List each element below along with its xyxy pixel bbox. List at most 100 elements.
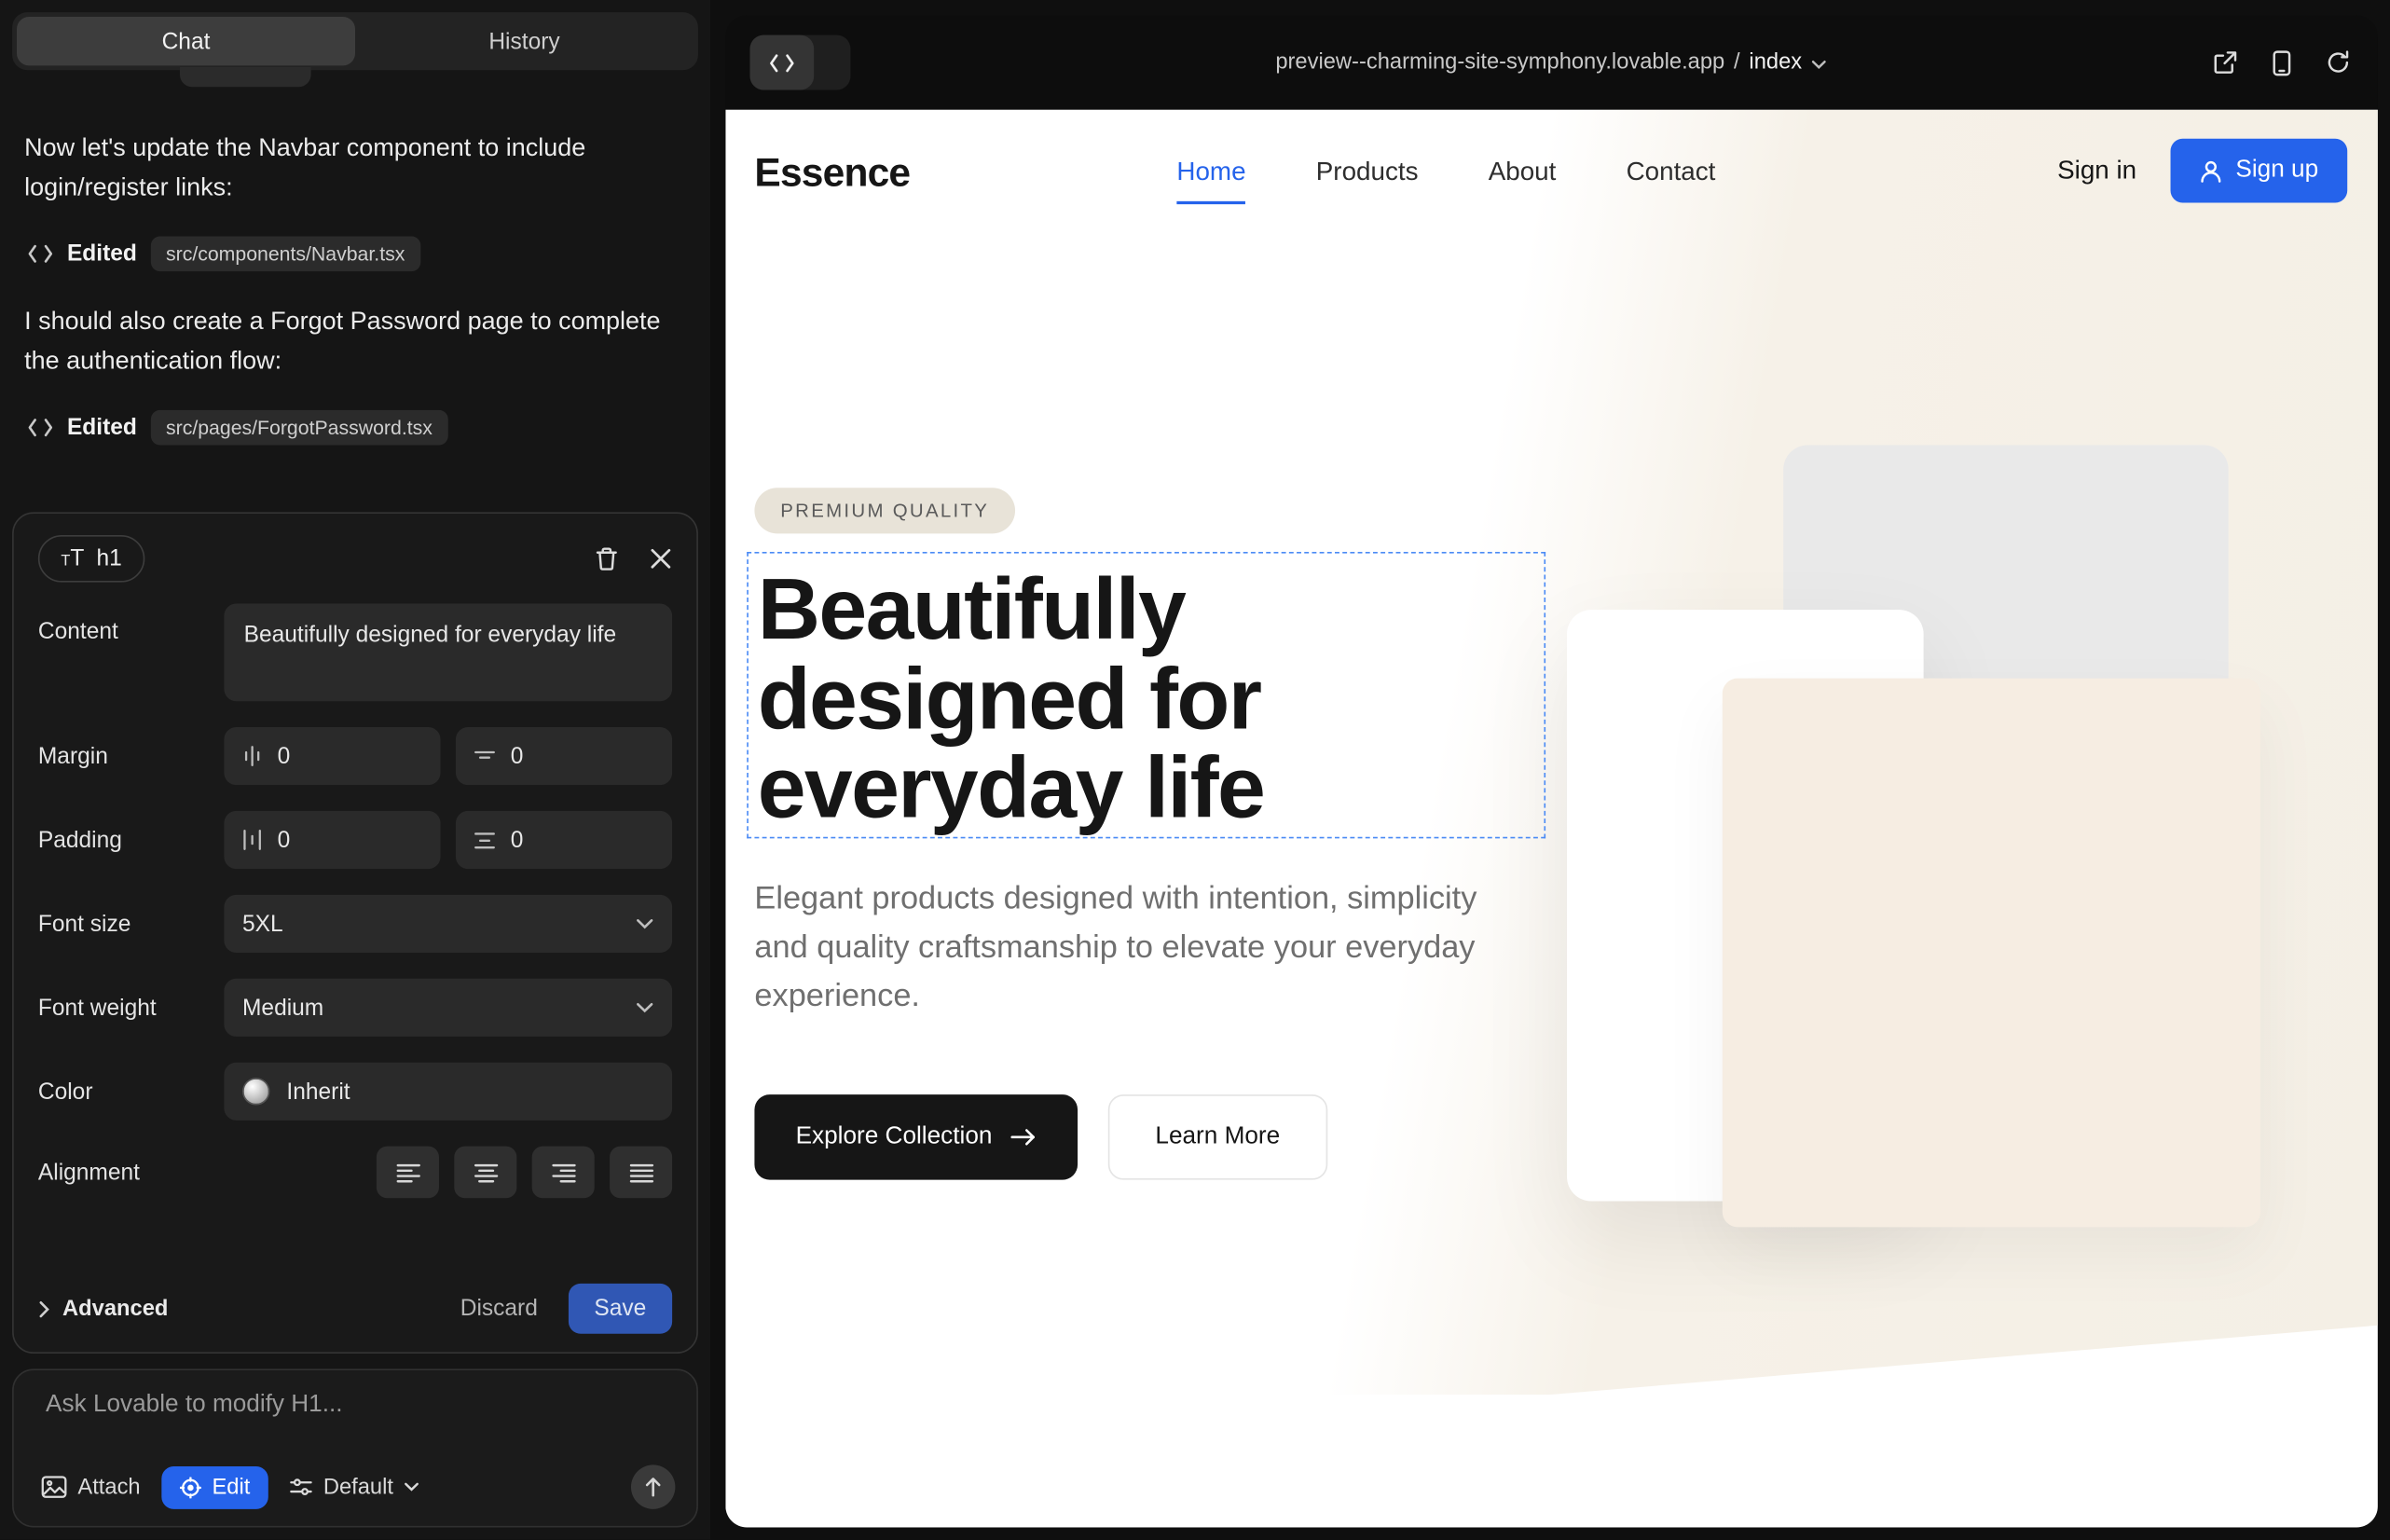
mobile-preview-button[interactable] bbox=[2273, 49, 2291, 76]
nav-link-products[interactable]: Products bbox=[1316, 157, 1419, 204]
edited-label: Edited bbox=[67, 241, 137, 267]
send-arrow-icon bbox=[645, 1478, 662, 1497]
padding-label: Padding bbox=[38, 827, 224, 853]
delete-element-button[interactable] bbox=[595, 545, 619, 571]
model-default-dropdown[interactable]: Default bbox=[283, 1467, 425, 1507]
truncated-chip bbox=[180, 67, 311, 87]
align-right-button[interactable] bbox=[532, 1147, 595, 1199]
alignment-label: Alignment bbox=[38, 1160, 224, 1186]
margin-y-icon bbox=[474, 746, 496, 765]
nav-links: Home Products About Contact bbox=[1176, 157, 1715, 204]
margin-y-input[interactable]: 0 bbox=[456, 727, 672, 785]
user-icon bbox=[2199, 159, 2222, 183]
alignment-buttons bbox=[224, 1147, 672, 1199]
code-icon bbox=[27, 243, 53, 263]
sliders-icon bbox=[290, 1478, 313, 1497]
code-view-button[interactable] bbox=[750, 35, 815, 90]
nav-link-home[interactable]: Home bbox=[1176, 157, 1245, 204]
attach-button[interactable]: Attach bbox=[35, 1467, 147, 1507]
prompt-input[interactable]: Ask Lovable to modify H1... bbox=[35, 1392, 676, 1419]
hero-paragraph: Elegant products designed with intention… bbox=[754, 875, 1498, 1022]
margin-x-icon bbox=[242, 746, 262, 767]
devtools-pill bbox=[750, 35, 851, 90]
url-page: index bbox=[1749, 50, 1802, 75]
align-right-icon bbox=[551, 1162, 575, 1182]
selected-element-outline[interactable]: Beautifully designed for everyday life bbox=[747, 552, 1545, 838]
trash-icon bbox=[595, 545, 619, 571]
site-navbar: Essence Home Products About Contact Sign… bbox=[725, 110, 2378, 244]
padding-y-icon bbox=[474, 830, 496, 849]
url-host: preview--charming-site-symphony.lovable.… bbox=[1275, 50, 1724, 75]
hero-cta-group: Explore Collection Learn More bbox=[754, 1094, 1326, 1180]
content-input[interactable]: Beautifully designed for everyday life bbox=[224, 604, 672, 702]
learn-more-button[interactable]: Learn More bbox=[1108, 1094, 1327, 1180]
file-chip[interactable]: src/components/Navbar.tsx bbox=[151, 236, 420, 271]
align-left-icon bbox=[395, 1162, 419, 1182]
prompt-composer: Ask Lovable to modify H1... Attach Edit bbox=[12, 1368, 698, 1527]
padding-x-icon bbox=[242, 830, 262, 851]
content-label: Content bbox=[38, 604, 224, 645]
edited-file-row: Edited src/components/Navbar.tsx bbox=[27, 236, 685, 271]
premium-quality-badge: PREMIUM QUALITY bbox=[754, 488, 1015, 533]
font-weight-select[interactable]: Medium bbox=[224, 979, 672, 1037]
code-icon bbox=[768, 52, 795, 72]
chat-message: I should also create a Forgot Password p… bbox=[24, 301, 686, 381]
color-label: Color bbox=[38, 1079, 224, 1105]
app-window: Chat History Now let's update the Navbar… bbox=[0, 0, 2390, 1540]
chat-sidebar: Chat History Now let's update the Navbar… bbox=[0, 0, 710, 1540]
sidebar-tabs: Chat History bbox=[12, 12, 698, 70]
external-link-icon bbox=[2213, 50, 2237, 75]
url-separator: / bbox=[1734, 50, 1740, 75]
align-left-button[interactable] bbox=[377, 1147, 439, 1199]
font-size-label: Font size bbox=[38, 911, 224, 937]
arrow-right-icon bbox=[1010, 1128, 1037, 1147]
close-icon bbox=[650, 547, 673, 571]
align-justify-button[interactable] bbox=[610, 1147, 672, 1199]
mobile-icon bbox=[2273, 49, 2291, 76]
code-icon bbox=[27, 417, 53, 436]
padding-y-input[interactable]: 0 bbox=[456, 811, 672, 869]
nav-link-about[interactable]: About bbox=[1489, 157, 1557, 204]
font-size-select[interactable]: 5XL bbox=[224, 895, 672, 953]
element-tag: h1 bbox=[96, 545, 121, 571]
open-external-button[interactable] bbox=[2213, 50, 2237, 75]
edited-file-row: Edited src/pages/ForgotPassword.tsx bbox=[27, 409, 685, 445]
decor-beige-card bbox=[1723, 679, 2260, 1228]
align-center-icon bbox=[474, 1162, 498, 1182]
padding-x-input[interactable]: 0 bbox=[224, 811, 440, 869]
align-center-button[interactable] bbox=[454, 1147, 516, 1199]
sign-in-link[interactable]: Sign in bbox=[2057, 156, 2136, 186]
image-attach-icon bbox=[41, 1476, 67, 1499]
chevron-down-icon bbox=[636, 917, 654, 929]
site-logo[interactable]: Essence bbox=[754, 149, 910, 197]
margin-label: Margin bbox=[38, 743, 224, 769]
margin-x-input[interactable]: 0 bbox=[224, 727, 440, 785]
close-panel-button[interactable] bbox=[650, 547, 673, 571]
edit-mode-button[interactable]: Edit bbox=[162, 1465, 268, 1508]
chevron-right-icon bbox=[38, 1299, 50, 1318]
discard-button[interactable]: Discard bbox=[445, 1284, 553, 1334]
save-button[interactable]: Save bbox=[569, 1284, 673, 1334]
edited-label: Edited bbox=[67, 414, 137, 440]
file-chip[interactable]: src/pages/ForgotPassword.tsx bbox=[151, 409, 448, 445]
chevron-down-icon bbox=[636, 1001, 654, 1013]
url-bar[interactable]: preview--charming-site-symphony.lovable.… bbox=[1275, 50, 1828, 75]
explore-collection-button[interactable]: Explore Collection bbox=[754, 1094, 1078, 1180]
element-editor-panel: TT h1 bbox=[12, 512, 698, 1354]
tab-chat[interactable]: Chat bbox=[17, 17, 355, 65]
chevron-down-icon bbox=[1811, 59, 1828, 69]
text-size-icon: TT bbox=[61, 545, 84, 571]
hero-heading[interactable]: Beautifully designed for everyday life bbox=[758, 566, 1528, 834]
tab-history[interactable]: History bbox=[355, 17, 694, 65]
advanced-toggle[interactable]: Advanced bbox=[38, 1297, 169, 1321]
color-swatch bbox=[242, 1078, 269, 1105]
nav-link-contact[interactable]: Contact bbox=[1627, 157, 1716, 204]
send-button[interactable] bbox=[631, 1464, 675, 1508]
refresh-button[interactable] bbox=[2326, 50, 2350, 75]
site-preview: Essence Home Products About Contact Sign… bbox=[725, 110, 2378, 1528]
sign-up-button[interactable]: Sign up bbox=[2170, 139, 2347, 203]
chevron-down-icon bbox=[404, 1481, 419, 1492]
color-select[interactable]: Inherit bbox=[224, 1063, 672, 1121]
browser-toolbar: preview--charming-site-symphony.lovable.… bbox=[725, 15, 2378, 109]
selected-element-pill[interactable]: TT h1 bbox=[38, 535, 144, 583]
